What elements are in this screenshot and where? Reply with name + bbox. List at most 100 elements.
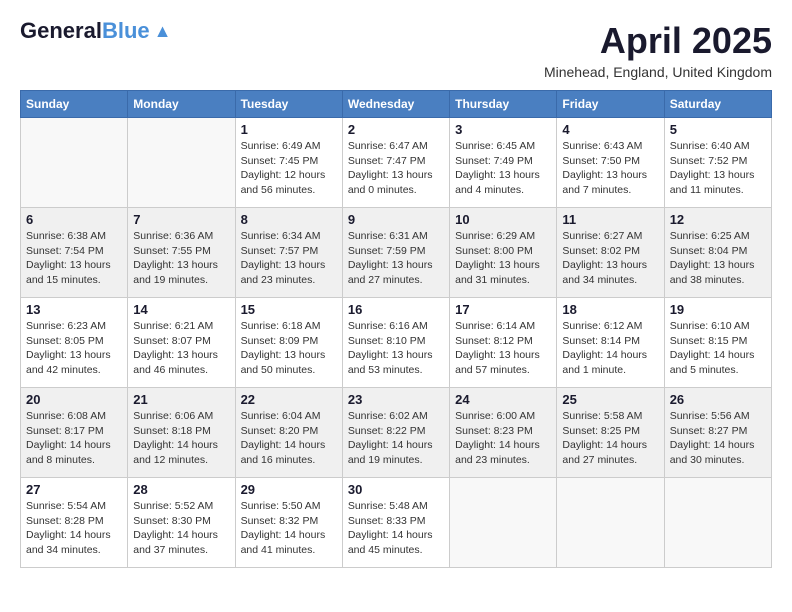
day-number: 2 — [348, 122, 444, 137]
weekday-header-monday: Monday — [128, 91, 235, 118]
location: Minehead, England, United Kingdom — [544, 64, 772, 80]
calendar-cell: 12 Sunrise: 6:25 AMSunset: 8:04 PMDayligh… — [664, 208, 771, 298]
day-number: 21 — [133, 392, 229, 407]
day-info: Sunrise: 6:25 AMSunset: 8:04 PMDaylight:… — [670, 229, 766, 288]
day-info: Sunrise: 6:08 AMSunset: 8:17 PMDaylight:… — [26, 409, 122, 468]
calendar-cell: 13Sunrise: 6:23 AMSunset: 8:05 PMDayligh… — [21, 298, 128, 388]
weekday-header-saturday: Saturday — [664, 91, 771, 118]
weekday-header-friday: Friday — [557, 91, 664, 118]
day-info: Sunrise: 6:12 AMSunset: 8:14 PMDaylight:… — [562, 319, 658, 378]
day-number: 27 — [26, 482, 122, 497]
day-number: 14 — [133, 302, 229, 317]
day-info: Sunrise: 6:16 AMSunset: 8:10 PMDaylight:… — [348, 319, 444, 378]
day-info: Sunrise: 6:06 AMSunset: 8:18 PMDaylight:… — [133, 409, 229, 468]
calendar-cell: 28Sunrise: 5:52 AMSunset: 8:30 PMDayligh… — [128, 478, 235, 568]
calendar-cell: 20Sunrise: 6:08 AMSunset: 8:17 PMDayligh… — [21, 388, 128, 478]
day-number: 25 — [562, 392, 658, 407]
calendar-cell: 6Sunrise: 6:38 AMSunset: 7:54 PMDaylight… — [21, 208, 128, 298]
day-number: 8 — [241, 212, 337, 227]
calendar-week-4: 20Sunrise: 6:08 AMSunset: 8:17 PMDayligh… — [21, 388, 772, 478]
day-number: 18 — [562, 302, 658, 317]
month-year: April 2025 — [544, 20, 772, 62]
calendar-cell: 15Sunrise: 6:18 AMSunset: 8:09 PMDayligh… — [235, 298, 342, 388]
day-info: Sunrise: 5:56 AMSunset: 8:27 PMDaylight:… — [670, 409, 766, 468]
day-number: 28 — [133, 482, 229, 497]
weekday-header-thursday: Thursday — [450, 91, 557, 118]
day-info: Sunrise: 6:36 AMSunset: 7:55 PMDaylight:… — [133, 229, 229, 288]
day-info: Sunrise: 6:14 AMSunset: 8:12 PMDaylight:… — [455, 319, 551, 378]
calendar-cell: 7 Sunrise: 6:36 AMSunset: 7:55 PMDaylight… — [128, 208, 235, 298]
calendar-cell: 18 Sunrise: 6:12 AMSunset: 8:14 PMDayligh… — [557, 298, 664, 388]
day-info: Sunrise: 5:54 AMSunset: 8:28 PMDaylight:… — [26, 499, 122, 558]
page-header: GeneralBlue ▲ April 2025 Minehead, Engla… — [20, 20, 772, 80]
calendar-cell: 3 Sunrise: 6:45 AMSunset: 7:49 PMDaylight… — [450, 118, 557, 208]
calendar-cell: 10 Sunrise: 6:29 AMSunset: 8:00 PMDayligh… — [450, 208, 557, 298]
calendar-cell — [450, 478, 557, 568]
calendar-cell: 24 Sunrise: 6:00 AMSunset: 8:23 PMDayligh… — [450, 388, 557, 478]
calendar-cell — [21, 118, 128, 208]
calendar-cell — [557, 478, 664, 568]
day-info: Sunrise: 6:02 AMSunset: 8:22 PMDaylight:… — [348, 409, 444, 468]
calendar-cell: 8 Sunrise: 6:34 AMSunset: 7:57 PMDaylight… — [235, 208, 342, 298]
calendar-week-1: 1 Sunrise: 6:49 AMSunset: 7:45 PMDaylight… — [21, 118, 772, 208]
logo-text: GeneralBlue — [20, 20, 150, 42]
day-info: Sunrise: 6:38 AMSunset: 7:54 PMDaylight:… — [26, 229, 122, 288]
calendar-cell: 16 Sunrise: 6:16 AMSunset: 8:10 PMDayligh… — [342, 298, 449, 388]
title-block: April 2025 Minehead, England, United Kin… — [544, 20, 772, 80]
day-number: 24 — [455, 392, 551, 407]
calendar-cell: 29 Sunrise: 5:50 AMSunset: 8:32 PMDayligh… — [235, 478, 342, 568]
logo-general: General — [20, 18, 102, 43]
day-info: Sunrise: 6:45 AMSunset: 7:49 PMDaylight:… — [455, 139, 551, 198]
day-info: Sunrise: 6:49 AMSunset: 7:45 PMDaylight:… — [241, 139, 337, 198]
calendar-cell: 1 Sunrise: 6:49 AMSunset: 7:45 PMDaylight… — [235, 118, 342, 208]
day-info: Sunrise: 6:21 AMSunset: 8:07 PMDaylight:… — [133, 319, 229, 378]
day-info: Sunrise: 6:34 AMSunset: 7:57 PMDaylight:… — [241, 229, 337, 288]
day-info: Sunrise: 6:31 AMSunset: 7:59 PMDaylight:… — [348, 229, 444, 288]
day-number: 26 — [670, 392, 766, 407]
day-number: 10 — [455, 212, 551, 227]
weekday-header-wednesday: Wednesday — [342, 91, 449, 118]
day-info: Sunrise: 6:27 AMSunset: 8:02 PMDaylight:… — [562, 229, 658, 288]
day-info: Sunrise: 6:47 AMSunset: 7:47 PMDaylight:… — [348, 139, 444, 198]
day-number: 3 — [455, 122, 551, 137]
day-number: 1 — [241, 122, 337, 137]
day-info: Sunrise: 6:40 AMSunset: 7:52 PMDaylight:… — [670, 139, 766, 198]
day-info: Sunrise: 6:29 AMSunset: 8:00 PMDaylight:… — [455, 229, 551, 288]
day-info: Sunrise: 5:50 AMSunset: 8:32 PMDaylight:… — [241, 499, 337, 558]
day-number: 13 — [26, 302, 122, 317]
calendar-cell: 21 Sunrise: 6:06 AMSunset: 8:18 PMDayligh… — [128, 388, 235, 478]
calendar-cell: 2 Sunrise: 6:47 AMSunset: 7:47 PMDaylight… — [342, 118, 449, 208]
calendar-cell: 25 Sunrise: 5:58 AMSunset: 8:25 PMDayligh… — [557, 388, 664, 478]
calendar-cell: 19 Sunrise: 6:10 AMSunset: 8:15 PMDayligh… — [664, 298, 771, 388]
calendar-cell: 23Sunrise: 6:02 AMSunset: 8:22 PMDayligh… — [342, 388, 449, 478]
calendar-cell: 5Sunrise: 6:40 AMSunset: 7:52 PMDaylight… — [664, 118, 771, 208]
calendar-cell: 26 Sunrise: 5:56 AMSunset: 8:27 PMDayligh… — [664, 388, 771, 478]
day-number: 12 — [670, 212, 766, 227]
day-number: 4 — [562, 122, 658, 137]
weekday-header-sunday: Sunday — [21, 91, 128, 118]
day-info: Sunrise: 5:48 AMSunset: 8:33 PMDaylight:… — [348, 499, 444, 558]
day-number: 9 — [348, 212, 444, 227]
day-info: Sunrise: 5:58 AMSunset: 8:25 PMDaylight:… — [562, 409, 658, 468]
day-number: 7 — [133, 212, 229, 227]
calendar-week-2: 6Sunrise: 6:38 AMSunset: 7:54 PMDaylight… — [21, 208, 772, 298]
logo-blue: Blue — [102, 18, 150, 43]
calendar-cell: 11Sunrise: 6:27 AMSunset: 8:02 PMDayligh… — [557, 208, 664, 298]
logo-bird-icon: ▲ — [154, 21, 172, 42]
calendar-cell: 9 Sunrise: 6:31 AMSunset: 7:59 PMDaylight… — [342, 208, 449, 298]
day-info: Sunrise: 6:43 AMSunset: 7:50 PMDaylight:… — [562, 139, 658, 198]
calendar-week-3: 13Sunrise: 6:23 AMSunset: 8:05 PMDayligh… — [21, 298, 772, 388]
calendar-cell — [664, 478, 771, 568]
day-info: Sunrise: 6:10 AMSunset: 8:15 PMDaylight:… — [670, 319, 766, 378]
day-info: Sunrise: 6:04 AMSunset: 8:20 PMDaylight:… — [241, 409, 337, 468]
calendar-cell: 30Sunrise: 5:48 AMSunset: 8:33 PMDayligh… — [342, 478, 449, 568]
calendar-cell: 14 Sunrise: 6:21 AMSunset: 8:07 PMDayligh… — [128, 298, 235, 388]
calendar-cell — [128, 118, 235, 208]
day-number: 19 — [670, 302, 766, 317]
calendar-week-5: 27 Sunrise: 5:54 AMSunset: 8:28 PMDayligh… — [21, 478, 772, 568]
logo: GeneralBlue ▲ — [20, 20, 171, 42]
day-number: 29 — [241, 482, 337, 497]
day-info: Sunrise: 6:00 AMSunset: 8:23 PMDaylight:… — [455, 409, 551, 468]
calendar-cell: 22Sunrise: 6:04 AMSunset: 8:20 PMDayligh… — [235, 388, 342, 478]
day-number: 16 — [348, 302, 444, 317]
